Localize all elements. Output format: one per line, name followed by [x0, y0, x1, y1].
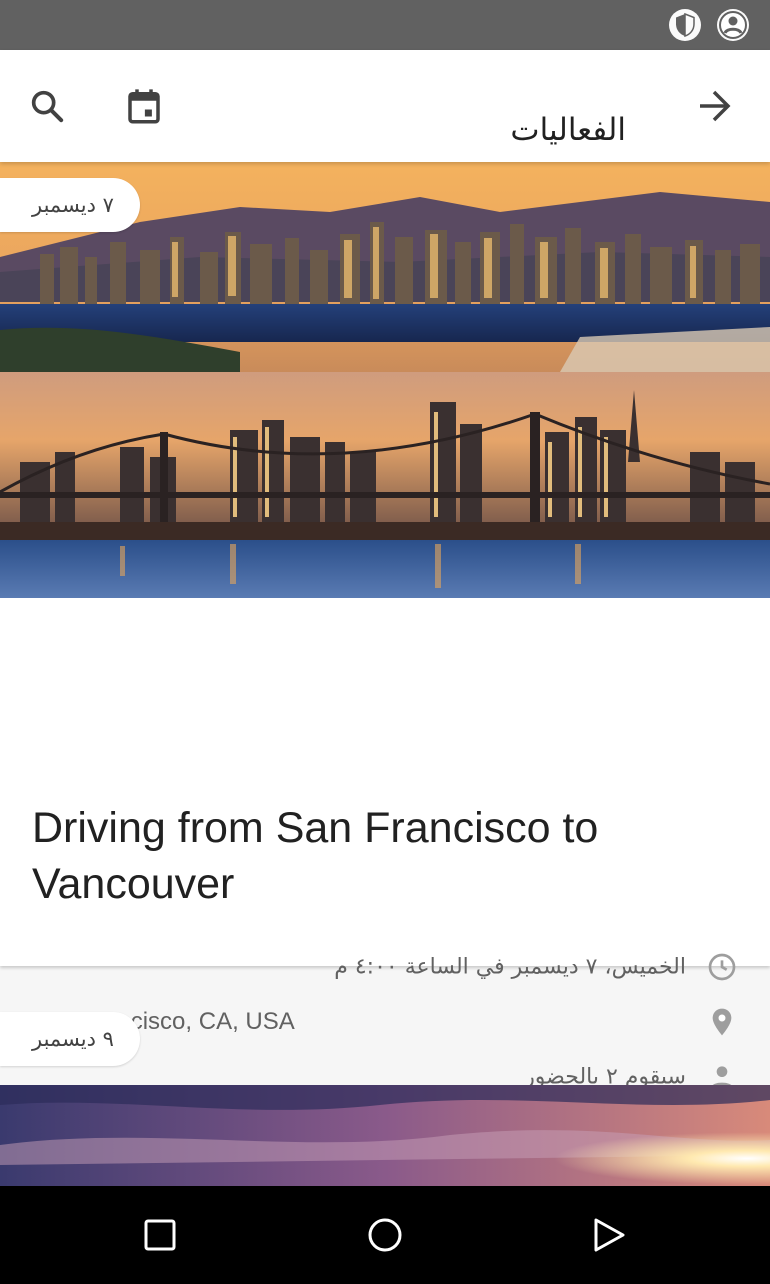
event-card[interactable]: Driving from San Francisco to Vancouver …: [0, 162, 770, 1090]
home-icon[interactable]: [360, 1210, 410, 1260]
search-icon[interactable]: [21, 80, 73, 132]
event-time-row: الخميس، ٧ ديسمبر في الساعة ٤:٠٠ م: [32, 947, 738, 987]
event-time: الخميس، ٧ ديسمبر في الساعة ٤:٠٠ م: [334, 954, 686, 980]
clock-icon: [708, 953, 736, 981]
event-title: Driving from San Francisco to Vancouver: [32, 804, 599, 908]
system-nav-bar: [0, 1186, 770, 1284]
status-bar: [0, 0, 770, 50]
events-screen: الفعاليات Driving from San Francisco to …: [0, 0, 770, 1284]
back-arrow-icon[interactable]: [688, 80, 740, 132]
back-icon[interactable]: [583, 1210, 633, 1260]
shield-icon: [669, 9, 701, 41]
recents-icon[interactable]: [135, 1210, 185, 1260]
app-bar: الفعاليات: [0, 50, 770, 162]
page-title: الفعاليات: [510, 112, 626, 148]
date-chip: ٩ ديسمبر: [0, 1012, 140, 1066]
event-image[interactable]: [0, 1085, 770, 1190]
date-chip: ٧ ديسمبر: [0, 178, 140, 232]
account-icon: [717, 9, 749, 41]
calendar-icon[interactable]: [118, 80, 170, 132]
location-pin-icon: [712, 1008, 732, 1036]
